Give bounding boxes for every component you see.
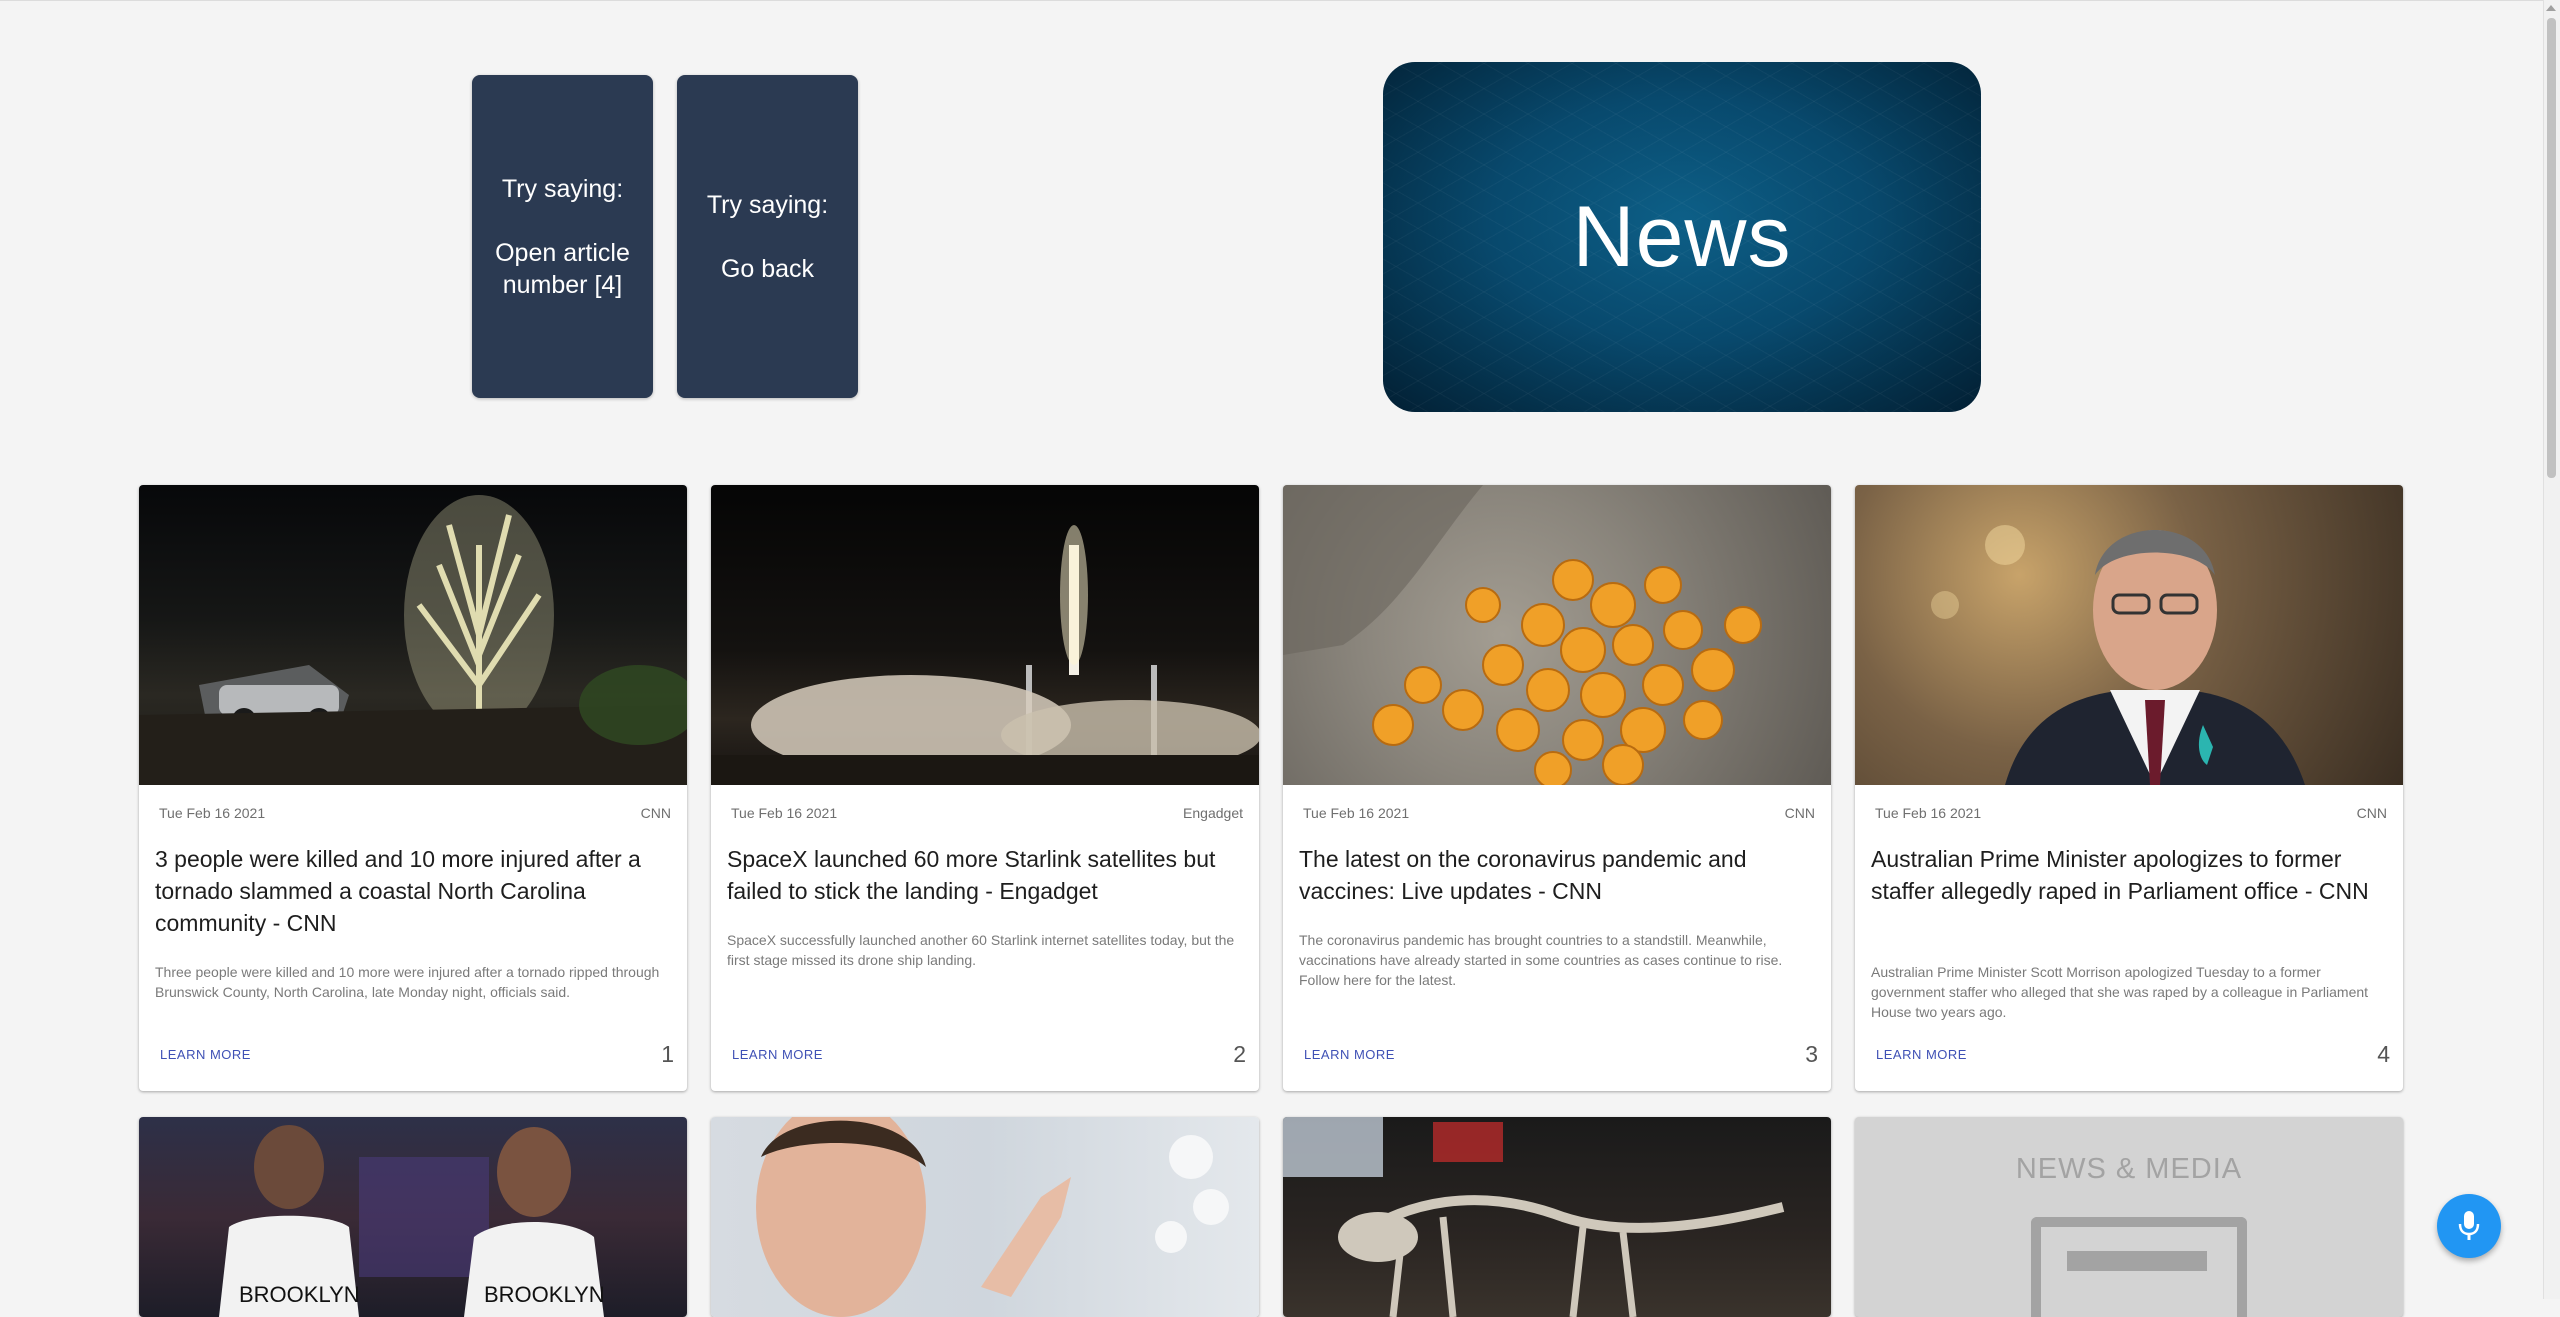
article-title: The latest on the coronavirus pandemic a… [1299,846,1747,904]
hint-card-go-back: Try saying: Go back [677,75,858,398]
article-source: CNN [1784,805,1815,821]
learn-more-button[interactable]: LEARN MORE [1304,1047,1395,1062]
article-description: SpaceX successfully launched another 60 … [727,932,1235,968]
article-date: Tue Feb 16 2021 [1303,805,1410,821]
top-border [0,0,2560,1]
article-number: 2 [1233,1041,1246,1067]
article-title: SpaceX launched 60 more Starlink satelli… [727,846,1216,904]
article-number: 4 [2377,1041,2390,1067]
svg-text:BROOKLYN: BROOKLYN [484,1282,605,1307]
placeholder-label: NEWS & MEDIA [2015,1153,2243,1185]
scrollbar-thumb[interactable] [2547,18,2556,478]
hint-phrase: Open article number [4] [495,238,630,299]
coronavirus-photo [1283,485,1831,785]
article-card-4[interactable]: Tue Feb 16 2021 CNN Australian Prime Min… [1855,485,2403,1091]
hint-phrase: Go back [720,254,815,283]
article-description: Australian Prime Minister Scott Morrison… [1871,964,2369,1020]
article-description: Three people were killed and 10 more wer… [155,964,660,1000]
article-source: Engadget [1183,805,1243,821]
article-meta: Tue Feb 16 2021 CNN [1875,805,2387,821]
hint-heading: Try saying: [706,190,829,219]
article-meta: Tue Feb 16 2021 CNN [159,805,671,821]
article-meta: Tue Feb 16 2021 CNN [1303,805,1815,821]
article-card-8[interactable]: NEWS & MEDIA [1855,1117,2403,1317]
article-date: Tue Feb 16 2021 [731,805,838,821]
article-card-5[interactable]: BROOKLYN BROOKLYN [139,1117,687,1317]
rocket-launch-photo [711,485,1259,785]
article-card-1[interactable]: Tue Feb 16 2021 CNN 3 people were killed… [139,485,687,1091]
article-date: Tue Feb 16 2021 [159,805,266,821]
newspaper-icon [2031,1217,2247,1317]
microphone-icon [2458,1211,2480,1240]
article-card-2[interactable]: Tue Feb 16 2021 Engadget SpaceX launched… [711,485,1259,1091]
article-source: CNN [640,805,671,821]
prime-minister-photo [1855,485,2403,785]
scroll-up-arrow-icon[interactable] [2546,5,2556,11]
dinosaur-skeleton-photo [1283,1117,1831,1317]
article-date: Tue Feb 16 2021 [1875,805,1982,821]
learn-more-button[interactable]: LEARN MORE [1876,1047,1967,1062]
article-card-3[interactable]: Tue Feb 16 2021 CNN The latest on the co… [1283,485,1831,1091]
article-card-6[interactable] [711,1117,1259,1317]
hint-card-open-article: Try saying: Open article number [4] [472,75,653,398]
banner-title: News [1572,188,1792,285]
hint-heading: Try saying: [501,174,624,203]
article-number: 1 [661,1041,674,1067]
tornado-damage-photo [139,485,687,785]
learn-more-button[interactable]: LEARN MORE [732,1047,823,1062]
microphone-button[interactable] [2437,1194,2501,1258]
news-banner: News [1383,62,1981,412]
basketball-players-photo: BROOKLYN BROOKLYN [139,1117,687,1317]
article-meta: Tue Feb 16 2021 Engadget [731,805,1243,821]
learn-more-button[interactable]: LEARN MORE [160,1047,251,1062]
article-number: 3 [1805,1041,1818,1067]
article-title: Australian Prime Minister apologizes to … [1871,846,2369,904]
article-source: CNN [2356,805,2387,821]
article-description: The coronavirus pandemic has brought cou… [1299,932,1783,988]
svg-text:BROOKLYN: BROOKLYN [239,1282,360,1307]
article-title: 3 people were killed and 10 more injured… [155,846,641,936]
politician-photo [711,1117,1259,1317]
article-card-7[interactable] [1283,1117,1831,1317]
